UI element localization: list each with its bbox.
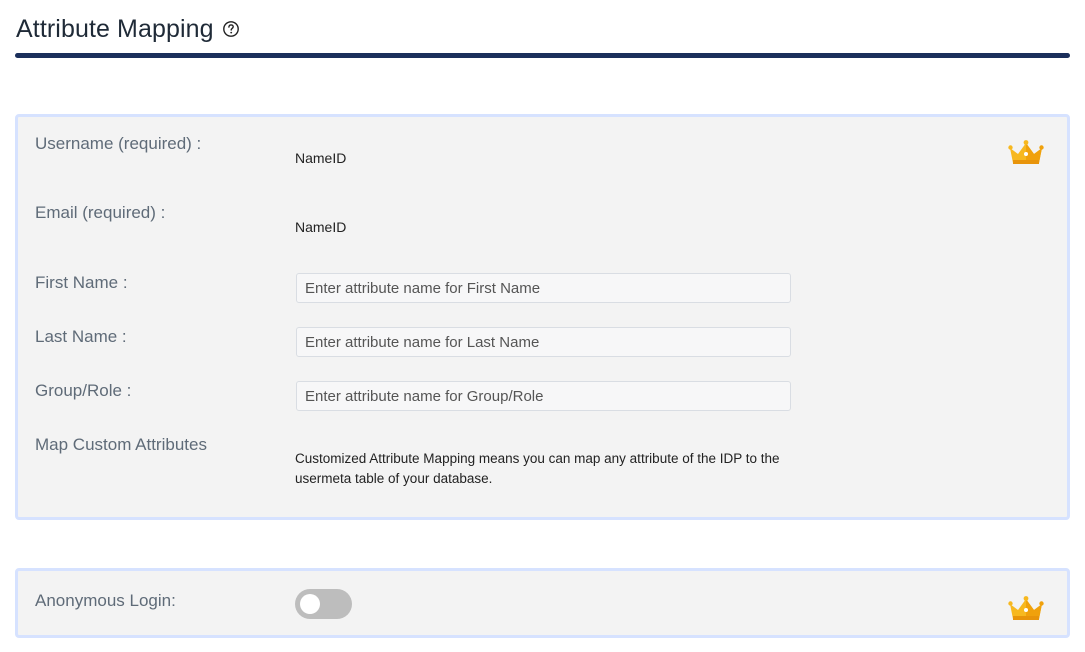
page-title: Attribute Mapping: [16, 14, 214, 43]
question-circle-icon[interactable]: [222, 20, 240, 38]
crown-icon: [1008, 596, 1044, 620]
anonymous-login-toggle[interactable]: [295, 589, 352, 619]
toggle-knob: [300, 594, 320, 614]
username-value: NameID: [295, 150, 347, 166]
custom-attributes-label: Map Custom Attributes: [35, 435, 207, 454]
page-header: Attribute Mapping: [16, 12, 240, 46]
email-label: Email (required) :: [35, 203, 166, 222]
attribute-mapping-card: Username (required) : NameID Email (requ…: [15, 114, 1070, 520]
crown-icon: [1008, 140, 1044, 164]
last-name-label: Last Name :: [35, 327, 127, 346]
email-value: NameID: [295, 219, 347, 235]
anonymous-login-card: Anonymous Login:: [15, 568, 1070, 638]
first-name-label: First Name :: [35, 273, 128, 292]
group-role-label: Group/Role :: [35, 381, 132, 400]
custom-attributes-description: Customized Attribute Mapping means you c…: [295, 451, 780, 486]
group-role-input[interactable]: [296, 381, 791, 411]
anonymous-login-label: Anonymous Login:: [35, 591, 176, 610]
last-name-input[interactable]: [296, 327, 791, 357]
username-label: Username (required) :: [35, 134, 202, 153]
header-divider: [15, 53, 1070, 58]
first-name-input[interactable]: [296, 273, 791, 303]
